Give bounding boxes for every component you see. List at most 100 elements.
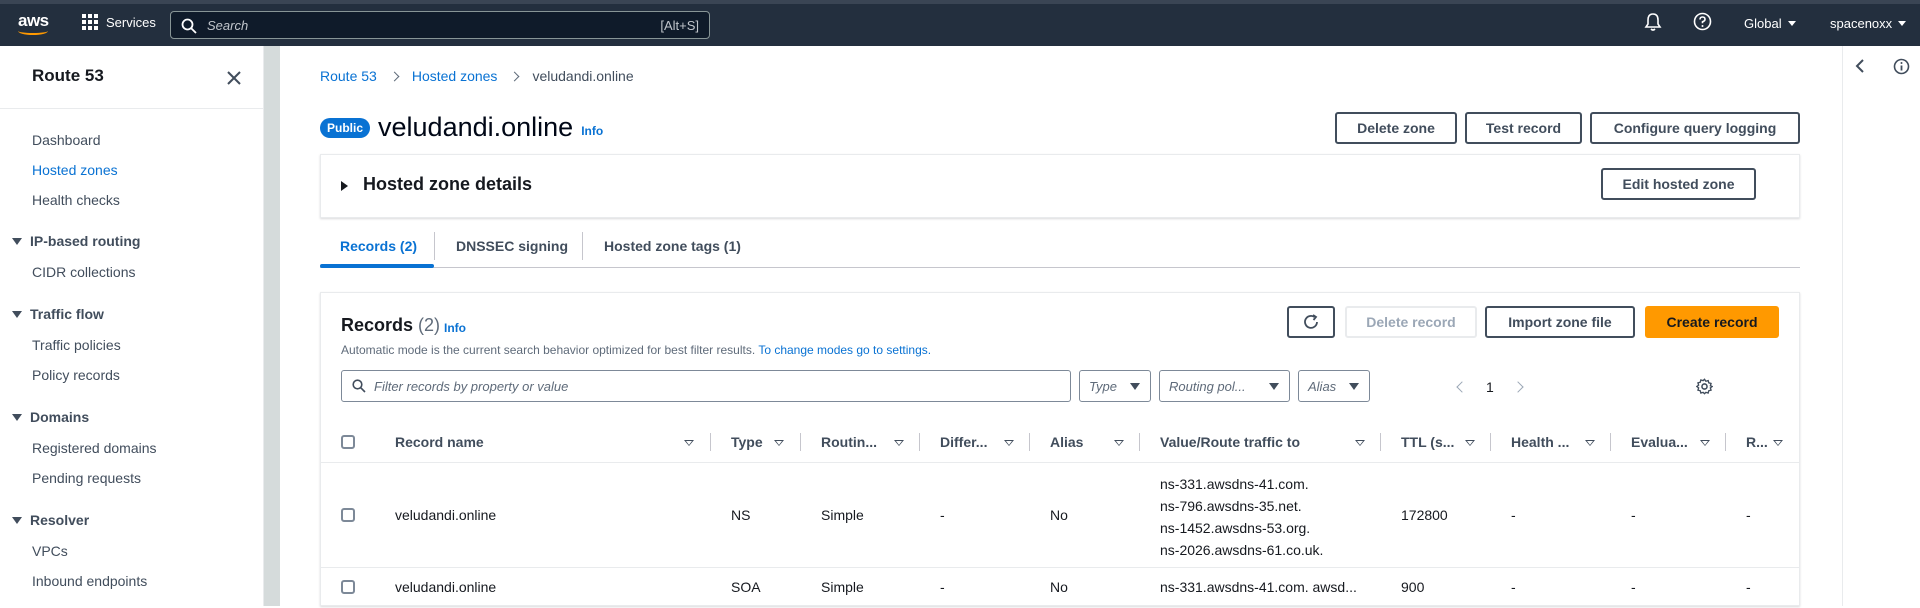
column-ttl[interactable]: TTL (s... (1401, 434, 1454, 450)
public-badge: Public (320, 117, 371, 138)
create-record-button[interactable]: Create record (1645, 306, 1779, 338)
records-table-header: Record name Type Routin... Differ... Ali… (321, 421, 1799, 463)
records-title: Records (2) (341, 315, 440, 336)
sidebar-item-dashboard[interactable]: Dashboard (32, 132, 101, 148)
sort-icon[interactable] (1355, 440, 1365, 446)
info-link[interactable]: Info (581, 124, 603, 138)
sidebar-item-policy-records[interactable]: Policy records (32, 367, 120, 383)
global-search-input[interactable]: Search [Alt+S] (170, 11, 710, 39)
column-differentiator[interactable]: Differ... (940, 434, 987, 450)
sort-icon[interactable] (894, 440, 904, 446)
sidebar-divider (0, 108, 264, 109)
sidebar-item-hosted-zones[interactable]: Hosted zones (32, 162, 118, 178)
column-divider[interactable] (1380, 433, 1381, 451)
column-evaluate-health[interactable]: Evalua... (1631, 434, 1688, 450)
sidebar-item-health-checks[interactable]: Health checks (32, 192, 120, 208)
configure-query-logging-button[interactable]: Configure query logging (1590, 112, 1800, 144)
delete-zone-button[interactable]: Delete zone (1335, 112, 1457, 144)
column-divider[interactable] (1029, 433, 1030, 451)
main-content: Route 53 Hosted zones veludandi.online P… (280, 46, 1840, 606)
column-divider[interactable] (1610, 433, 1611, 451)
sidebar-group-traffic-flow[interactable]: Traffic flow (12, 306, 104, 322)
next-page-icon[interactable] (1512, 381, 1524, 393)
table-row[interactable]: veludandi.online NS Simple - No ns-331.a… (321, 463, 1799, 568)
column-divider[interactable] (1139, 433, 1140, 451)
sort-icon[interactable] (1700, 440, 1710, 446)
services-menu-button[interactable]: Services (82, 14, 156, 30)
sidebar-item-pending-requests[interactable]: Pending requests (32, 470, 141, 486)
sort-icon[interactable] (774, 440, 784, 446)
sort-icon[interactable] (1585, 440, 1595, 446)
records-info-link[interactable]: Info (444, 321, 466, 335)
value-line: ns-331.awsdns-41.com. (1160, 476, 1309, 492)
search-shortcut: [Alt+S] (660, 18, 699, 33)
column-divider[interactable] (710, 433, 711, 451)
select-all-checkbox[interactable] (341, 435, 355, 449)
alias-filter-select[interactable]: Alias (1298, 370, 1370, 402)
sidebar-group-ip-based-routing[interactable]: IP-based routing (12, 233, 140, 249)
sidebar-item-vpcs[interactable]: VPCs (32, 543, 68, 559)
sort-icon[interactable] (1004, 440, 1014, 446)
row-checkbox[interactable] (341, 580, 355, 594)
edit-hosted-zone-button[interactable]: Edit hosted zone (1601, 168, 1756, 200)
test-record-button[interactable]: Test record (1465, 112, 1582, 144)
sidebar-group-domains[interactable]: Domains (12, 409, 89, 425)
column-health-check[interactable]: Health ... (1511, 434, 1569, 450)
hosted-zone-details-toggle[interactable]: Hosted zone details (363, 174, 532, 195)
sort-icon[interactable] (1114, 440, 1124, 446)
differentiator-cell: - (940, 507, 945, 523)
settings-gear-icon[interactable] (1696, 378, 1713, 395)
column-alias[interactable]: Alias (1050, 434, 1083, 450)
tab-hosted-zone-tags[interactable]: Hosted zone tags (1) (604, 238, 741, 254)
import-zone-file-button[interactable]: Import zone file (1485, 306, 1635, 338)
close-icon[interactable] (226, 70, 242, 86)
breadcrumb-hosted-zones[interactable]: Hosted zones (412, 68, 498, 84)
notifications-button[interactable] (1644, 12, 1662, 32)
services-grid-icon (82, 14, 98, 30)
column-value[interactable]: Value/Route traffic to (1160, 434, 1300, 450)
alias-cell: No (1050, 579, 1068, 595)
settings-link[interactable]: To change modes go to settings. (758, 343, 931, 357)
sidebar-item-registered-domains[interactable]: Registered domains (32, 440, 157, 456)
ttl-cell: 172800 (1401, 507, 1448, 523)
sidebar-scrollbar[interactable] (264, 46, 280, 606)
value-line: ns-2026.awsdns-61.co.uk. (1160, 542, 1324, 558)
column-routing[interactable]: Routin... (821, 434, 877, 450)
column-type[interactable]: Type (731, 434, 763, 450)
column-record-id[interactable]: R... (1746, 434, 1768, 450)
sort-icon[interactable] (684, 440, 694, 446)
records-count: (2) (418, 315, 441, 335)
table-row[interactable]: veludandi.online SOA Simple - No ns-331.… (321, 568, 1799, 608)
sidebar-group-resolver[interactable]: Resolver (12, 512, 89, 528)
sort-icon[interactable] (1773, 440, 1783, 446)
column-divider[interactable] (919, 433, 920, 451)
caret-right-icon[interactable] (341, 181, 348, 191)
chevron-left-icon[interactable] (1853, 58, 1867, 74)
routing-policy-filter-select[interactable]: Routing pol... (1159, 370, 1290, 402)
sidebar-item-traffic-policies[interactable]: Traffic policies (32, 337, 121, 353)
breadcrumb-route53[interactable]: Route 53 (320, 68, 377, 84)
type-filter-label: Type (1089, 378, 1117, 394)
tab-records[interactable]: Records (2) (340, 238, 417, 254)
column-divider[interactable] (1490, 433, 1491, 451)
previous-page-icon[interactable] (1456, 381, 1468, 393)
region-selector[interactable]: Global (1744, 16, 1796, 31)
sidebar-item-inbound-endpoints[interactable]: Inbound endpoints (32, 573, 147, 589)
sidebar-item-cidr-collections[interactable]: CIDR collections (32, 264, 135, 280)
sort-icon[interactable] (1465, 440, 1475, 446)
column-divider[interactable] (800, 433, 801, 451)
info-icon[interactable] (1893, 58, 1910, 75)
delete-record-button[interactable]: Delete record (1345, 306, 1477, 338)
column-record-name[interactable]: Record name (395, 434, 484, 450)
row-checkbox[interactable] (341, 508, 355, 522)
tab-dnssec-signing[interactable]: DNSSEC signing (456, 238, 568, 254)
current-page-number[interactable]: 1 (1486, 379, 1494, 395)
account-menu[interactable]: spacenoxx (1830, 16, 1907, 31)
aws-logo[interactable]: aws (16, 12, 50, 35)
filter-records-input[interactable]: Filter records by property or value (341, 370, 1071, 402)
help-button[interactable] (1693, 12, 1712, 31)
alias-filter-label: Alias (1308, 378, 1337, 394)
column-divider[interactable] (1725, 433, 1726, 451)
type-filter-select[interactable]: Type (1079, 370, 1151, 402)
refresh-button[interactable] (1287, 306, 1335, 338)
